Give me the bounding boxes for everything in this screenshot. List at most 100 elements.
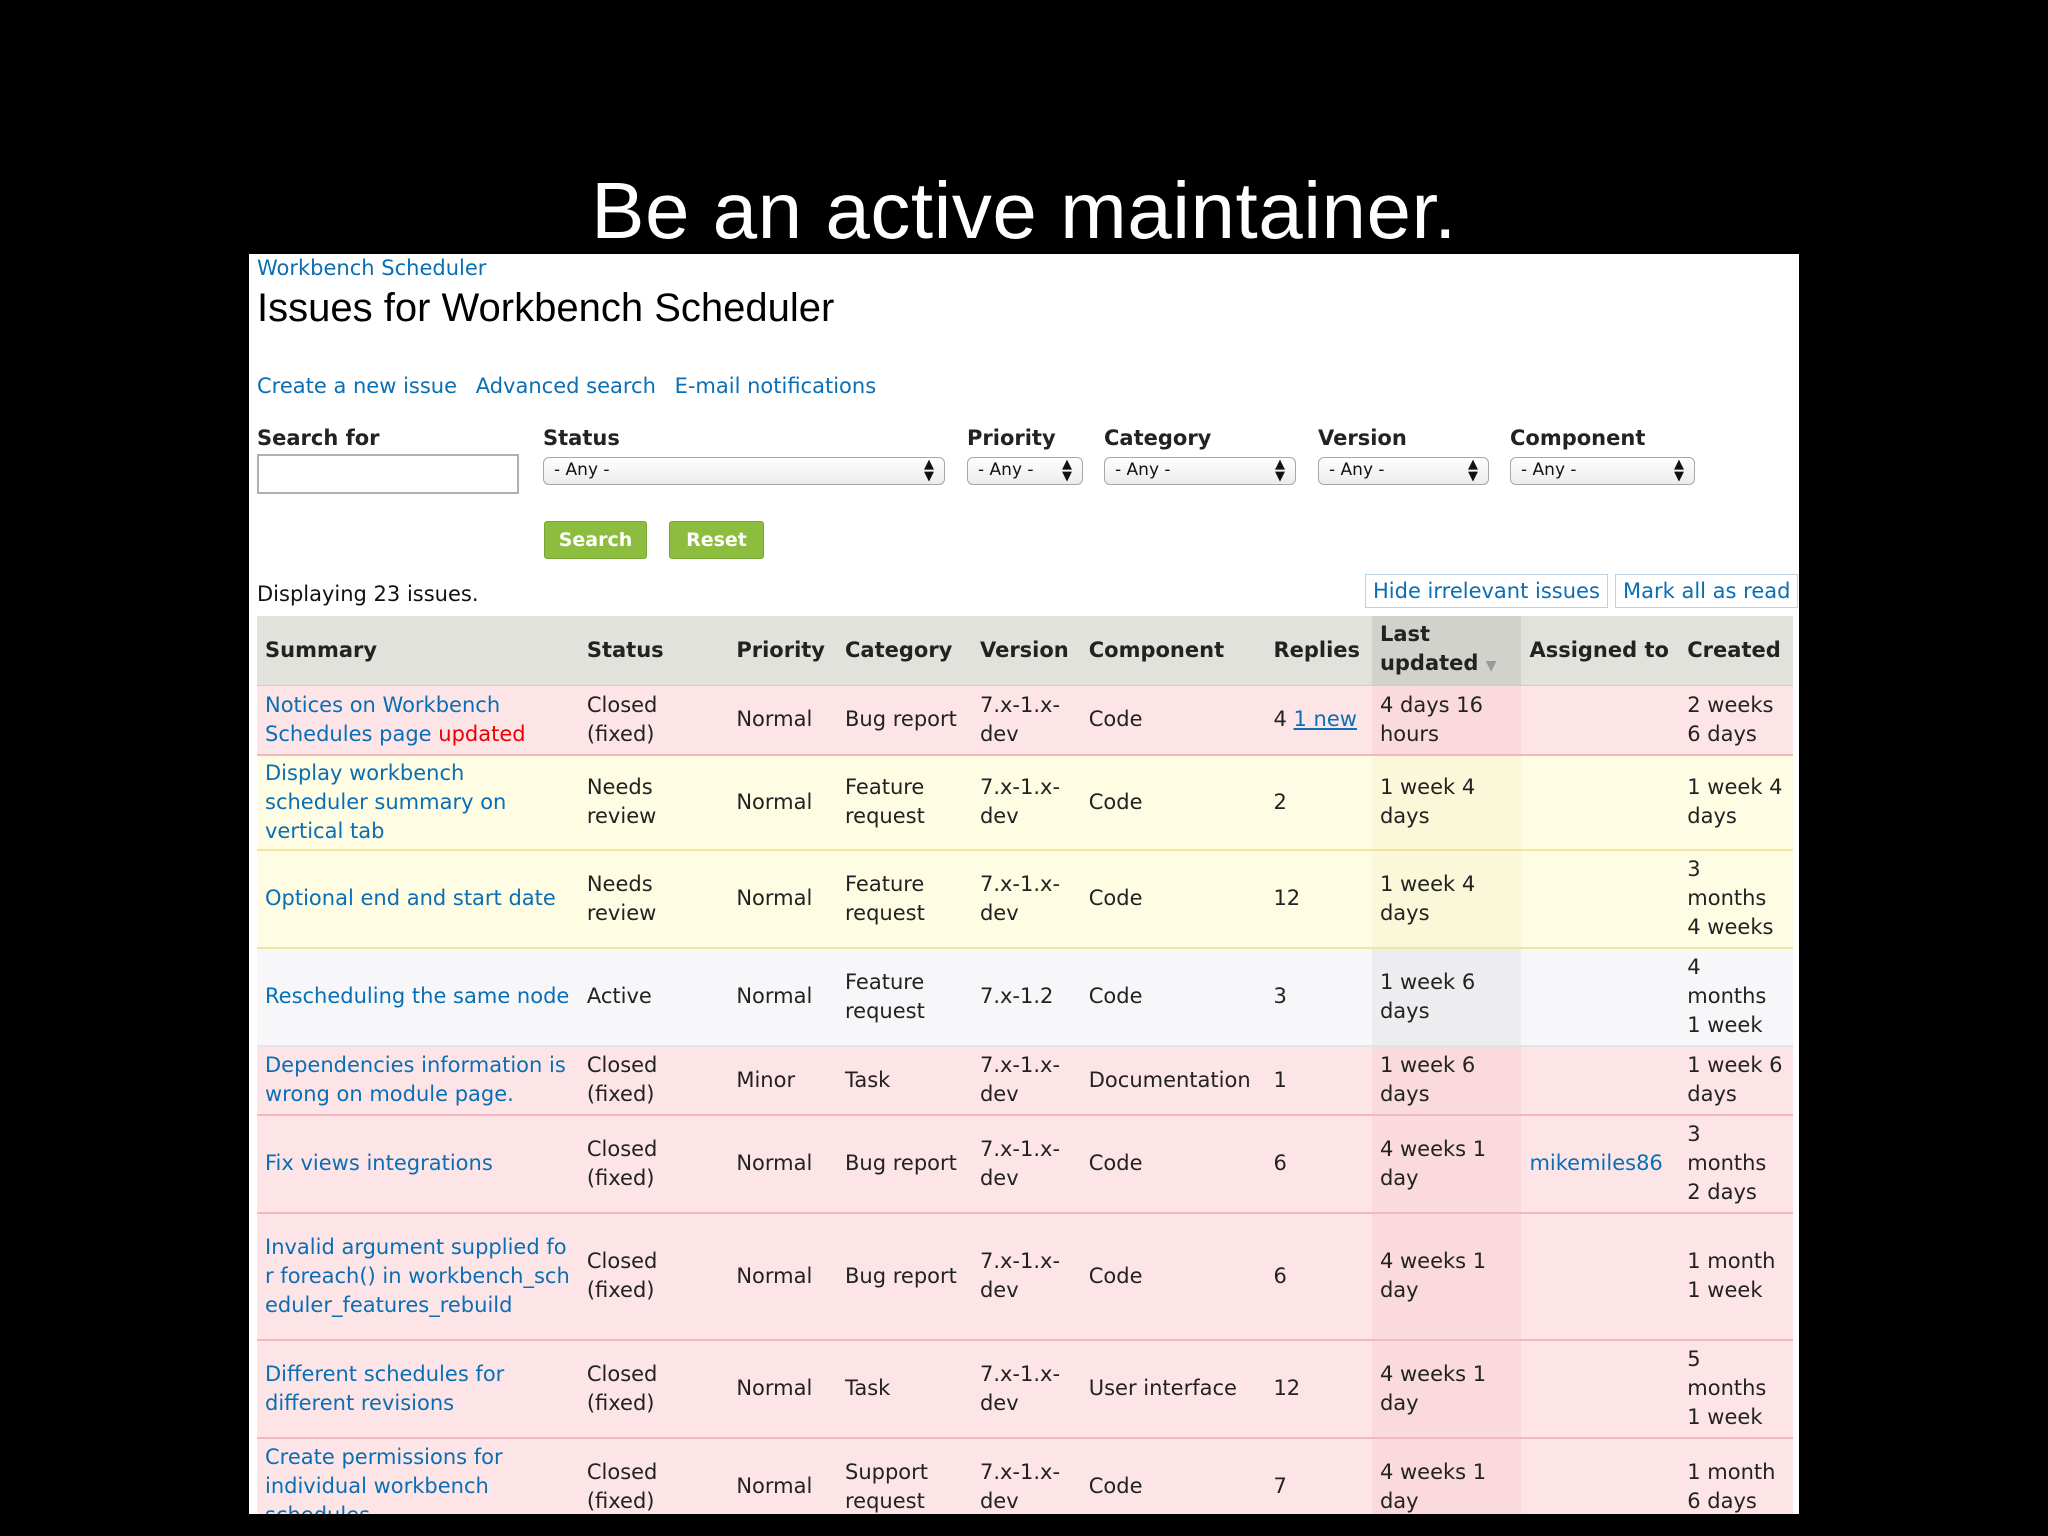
- created-cell: 1 month 6 days: [1679, 1437, 1793, 1514]
- category-cell: Feature request: [837, 947, 972, 1047]
- col-summary[interactable]: Summary: [257, 616, 579, 686]
- assigned-cell: [1521, 1339, 1680, 1439]
- email-notifications-link[interactable]: E-mail notifications: [675, 374, 877, 398]
- mark-all-read-button[interactable]: Mark all as read: [1615, 574, 1799, 608]
- category-select[interactable]: - Any - ▲ ▼: [1104, 457, 1296, 485]
- summary-cell: Fix views integrations: [257, 1114, 579, 1214]
- version-cell: 7.x-1.x-dev: [971, 849, 1081, 949]
- status-cell: Closed (fixed): [578, 1114, 729, 1214]
- table-row: Rescheduling the same node Active Normal…: [257, 947, 1793, 1047]
- summary-cell: Different schedules for different revisi…: [257, 1339, 579, 1439]
- priority-cell: Normal: [728, 1114, 837, 1214]
- version-label: Version: [1318, 426, 1407, 450]
- assignee-link[interactable]: mikemiles86: [1529, 1151, 1662, 1175]
- created-cell: 4 months 1 week: [1679, 947, 1793, 1047]
- summary-cell: Notices on Workbench Schedules page upda…: [257, 685, 579, 756]
- issue-link[interactable]: Create permissions for individual workbe…: [265, 1445, 503, 1514]
- issue-link[interactable]: Fix views integrations: [265, 1151, 493, 1175]
- col-assigned-to[interactable]: Assigned to: [1521, 616, 1680, 686]
- version-cell: 7.x-1.x-dev: [971, 1045, 1081, 1116]
- replies-cell: 12: [1265, 1339, 1372, 1439]
- search-input[interactable]: [257, 454, 519, 494]
- status-cell: Closed (fixed): [578, 1045, 729, 1116]
- replies-cell: 3: [1265, 947, 1372, 1047]
- issue-link[interactable]: Display workbench scheduler summary on v…: [265, 761, 506, 843]
- reset-button[interactable]: Reset: [669, 521, 764, 559]
- breadcrumb[interactable]: Workbench Scheduler: [257, 256, 486, 280]
- status-cell: Needs review: [578, 849, 729, 949]
- version-select[interactable]: - Any - ▲ ▼: [1318, 457, 1489, 485]
- priority-label: Priority: [967, 426, 1056, 450]
- issue-links: Create a new issue Advanced search E-mai…: [257, 374, 888, 398]
- issue-link[interactable]: Optional end and start date: [265, 886, 556, 910]
- slide-title: Be an active maintainer.: [591, 166, 1457, 255]
- table-row: Optional end and start date Needs review…: [257, 849, 1793, 949]
- hide-irrelevant-button[interactable]: Hide irrelevant issues: [1365, 574, 1608, 608]
- search-label: Search for: [257, 426, 380, 450]
- col-status[interactable]: Status: [578, 616, 729, 686]
- created-cell: 1 week 4 days: [1679, 754, 1793, 851]
- assigned-cell: [1521, 1437, 1680, 1514]
- category-cell: Feature request: [837, 754, 972, 851]
- issue-count: Displaying 23 issues.: [257, 582, 479, 606]
- category-cell: Task: [837, 1045, 972, 1116]
- created-cell: 5 months 1 week: [1679, 1339, 1793, 1439]
- version-cell: 7.x-1.x-dev: [971, 1114, 1081, 1214]
- created-cell: 3 months 4 weeks: [1679, 849, 1793, 949]
- priority-cell: Normal: [728, 685, 837, 756]
- table-row: Invalid argument supplied for foreach() …: [257, 1212, 1793, 1341]
- priority-cell: Minor: [728, 1045, 837, 1116]
- version-cell: 7.x-1.x-dev: [971, 1212, 1081, 1341]
- component-cell: Code: [1080, 947, 1266, 1047]
- summary-cell: Create permissions for individual workbe…: [257, 1437, 579, 1514]
- last-updated-cell: 1 week 4 days: [1371, 754, 1522, 851]
- category-cell: Bug report: [837, 1114, 972, 1214]
- version-cell: 7.x-1.x-dev: [971, 1437, 1081, 1514]
- priority-select[interactable]: - Any - ▲ ▼: [967, 457, 1083, 485]
- last-updated-cell: 4 days 16 hours: [1371, 685, 1522, 756]
- col-category[interactable]: Category: [837, 616, 972, 686]
- issue-link[interactable]: Invalid argument supplied for foreach() …: [265, 1235, 570, 1317]
- page-title: Issues for Workbench Scheduler: [257, 286, 835, 330]
- component-cell: Code: [1080, 754, 1266, 851]
- status-select[interactable]: - Any - ▲ ▼: [543, 457, 945, 485]
- replies-cell: 12: [1265, 849, 1372, 949]
- priority-cell: Normal: [728, 947, 837, 1047]
- version-cell: 7.x-1.2: [971, 947, 1081, 1047]
- col-last-updated[interactable]: Last updated ▼: [1371, 616, 1522, 686]
- priority-cell: Normal: [728, 1212, 837, 1341]
- create-issue-link[interactable]: Create a new issue: [257, 374, 457, 398]
- version-cell: 7.x-1.x-dev: [971, 1339, 1081, 1439]
- replies-cell: 6: [1265, 1114, 1372, 1214]
- issue-link[interactable]: Rescheduling the same node: [265, 984, 569, 1008]
- col-version[interactable]: Version: [971, 616, 1081, 686]
- status-cell: Closed (fixed): [578, 1339, 729, 1439]
- issues-panel: Workbench Scheduler Issues for Workbench…: [249, 254, 1799, 1514]
- col-priority[interactable]: Priority: [728, 616, 837, 686]
- component-cell: Code: [1080, 1114, 1266, 1214]
- table-row: Dependencies information is wrong on mod…: [257, 1045, 1793, 1116]
- summary-cell: Invalid argument supplied for foreach() …: [257, 1212, 579, 1341]
- created-cell: 1 week 6 days: [1679, 1045, 1793, 1116]
- col-component[interactable]: Component: [1080, 616, 1266, 686]
- issue-link[interactable]: Different schedules for different revisi…: [265, 1362, 504, 1415]
- search-button[interactable]: Search: [544, 521, 647, 559]
- replies-cell: 2: [1265, 754, 1372, 851]
- priority-cell: Normal: [728, 849, 837, 949]
- component-select[interactable]: - Any - ▲ ▼: [1510, 457, 1695, 485]
- component-cell: Code: [1080, 685, 1266, 756]
- component-cell: Code: [1080, 849, 1266, 949]
- priority-cell: Normal: [728, 1339, 837, 1439]
- assigned-cell: mikemiles86: [1521, 1114, 1680, 1214]
- col-replies[interactable]: Replies: [1265, 616, 1372, 686]
- issue-link[interactable]: Dependencies information is wrong on mod…: [265, 1053, 566, 1106]
- advanced-search-link[interactable]: Advanced search: [476, 374, 656, 398]
- new-replies-link[interactable]: 1 new: [1294, 707, 1357, 731]
- col-created[interactable]: Created: [1679, 616, 1793, 686]
- summary-cell: Dependencies information is wrong on mod…: [257, 1045, 579, 1116]
- version-cell: 7.x-1.x-dev: [971, 685, 1081, 756]
- component-label: Component: [1510, 426, 1646, 450]
- summary-cell: Rescheduling the same node: [257, 947, 579, 1047]
- component-cell: User interface: [1080, 1339, 1266, 1439]
- summary-cell: Display workbench scheduler summary on v…: [257, 754, 579, 851]
